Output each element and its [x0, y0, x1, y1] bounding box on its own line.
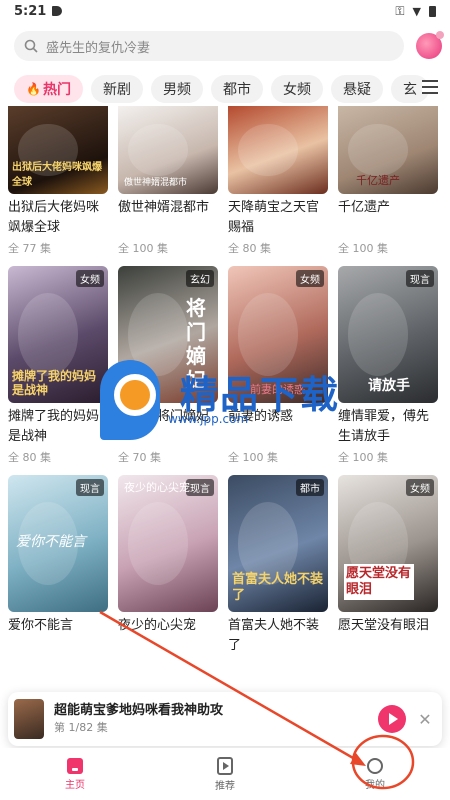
genre-badge: 都市	[296, 479, 324, 496]
nav-home[interactable]: 主页	[0, 748, 150, 800]
nav-recommend-label: 推荐	[215, 780, 235, 792]
drama-poster[interactable]: 现言 爱你不能言	[8, 475, 108, 612]
app-notification-icon	[52, 6, 63, 16]
drama-card[interactable]: 玄幻 将门嫡妃 重生之将门嫡妃 全 70 集	[118, 266, 218, 465]
mini-player-episode: 第 1/82 集	[54, 721, 108, 734]
episode-count: 全 100 集	[338, 242, 388, 255]
drama-grid: 出狱后大佬妈咪飒爆全球 出狱后大佬妈咪飒爆全球 全 77 集 傲世神婿混都市 傲…	[8, 106, 442, 674]
drama-title[interactable]: 出狱后大佬妈咪飒爆全球	[8, 198, 108, 238]
drama-poster[interactable]: 出狱后大佬妈咪飒爆全球	[8, 106, 108, 194]
play-square-icon	[217, 756, 233, 775]
episode-count: 全 80 集	[8, 451, 51, 464]
search-row: 盛先生的复仇冷妻	[14, 30, 444, 62]
bottom-nav: 主页 推荐 我的	[0, 748, 450, 800]
nav-mine-label: 我的	[365, 779, 385, 791]
genre-badge: 玄幻	[186, 270, 214, 287]
drama-title[interactable]: 重生之将门嫡妃	[118, 407, 218, 447]
episode-count: 全 70 集	[118, 451, 161, 464]
genre-badge: 女频	[406, 479, 434, 496]
menu-icon[interactable]	[422, 80, 438, 94]
genre-badge: 女频	[296, 270, 324, 287]
drama-title[interactable]: 前妻的诱惑	[228, 407, 328, 447]
mini-player-info[interactable]: 超能萌宝爹地妈咪看我神助攻 第 1/82 集	[54, 702, 378, 736]
drama-poster[interactable]: 千亿遗产	[338, 106, 438, 194]
drama-poster[interactable]: 女频 愿天堂没有眼泪	[338, 475, 438, 612]
drama-title[interactable]: 愿天堂没有眼泪	[338, 616, 438, 656]
drama-card[interactable]: 女频 摊牌了我的妈妈是战神 摊牌了我的妈妈是战神 全 80 集	[8, 266, 108, 465]
genre-badge: 现言	[406, 270, 434, 287]
drama-card[interactable]: 傲世神婿混都市 傲世神婿混都市 全 100 集	[118, 106, 218, 256]
drama-title[interactable]: 天降萌宝之天官赐福	[228, 198, 328, 238]
status-icons: ⚿ ▼	[395, 4, 436, 19]
nav-mine[interactable]: 我的	[300, 748, 450, 800]
search-input[interactable]: 盛先生的复仇冷妻	[14, 31, 404, 61]
mini-player-thumbnail[interactable]	[14, 699, 44, 739]
tab-mystery[interactable]: 悬疑	[330, 75, 383, 103]
drama-card[interactable]: 现言 夜少的心尖宠 夜少的心尖宠	[118, 475, 218, 674]
genre-badge: 女频	[76, 270, 104, 287]
home-icon	[67, 757, 83, 774]
drama-poster[interactable]: 都市 首富夫人她不装了	[228, 475, 328, 612]
drama-title[interactable]: 千亿遗产	[338, 198, 438, 238]
fire-icon: 🔥	[26, 82, 41, 96]
drama-title[interactable]: 夜少的心尖宠	[118, 616, 218, 656]
nav-home-label: 主页	[65, 779, 85, 791]
drama-poster[interactable]: 现言 夜少的心尖宠	[118, 475, 218, 612]
drama-card[interactable]: 出狱后大佬妈咪飒爆全球 出狱后大佬妈咪飒爆全球 全 77 集	[8, 106, 108, 256]
drama-card[interactable]: 天降萌宝之天官赐福 全 80 集	[228, 106, 328, 256]
episode-count	[338, 658, 438, 674]
episode-count	[228, 658, 328, 674]
tab-hot[interactable]: 🔥 热门	[14, 75, 83, 103]
drama-poster[interactable]: 玄幻 将门嫡妃	[118, 266, 218, 403]
episode-count: 全 77 集	[8, 242, 51, 255]
drama-card[interactable]: 女频 前妻的诱惑 前妻的诱惑 全 100 集	[228, 266, 328, 465]
avatar[interactable]	[416, 31, 444, 59]
episode-count	[118, 658, 218, 674]
nav-recommend[interactable]: 推荐	[150, 748, 300, 800]
category-tabs: 🔥 热门 新剧 男频 都市 女频 悬疑 玄	[14, 74, 450, 104]
drama-card[interactable]: 现言 爱你不能言 爱你不能言	[8, 475, 108, 674]
drama-card[interactable]: 千亿遗产 千亿遗产 全 100 集	[338, 106, 438, 256]
drama-poster[interactable]: 女频 摊牌了我的妈妈是战神	[8, 266, 108, 403]
drama-poster[interactable]: 现言 请放手	[338, 266, 438, 403]
drama-title[interactable]: 傲世神婿混都市	[118, 198, 218, 238]
genre-badge: 现言	[186, 479, 214, 496]
close-icon[interactable]: ✕	[418, 710, 432, 729]
drama-card[interactable]: 现言 请放手 缠情罪爱，傅先生请放手 全 100 集	[338, 266, 438, 465]
drama-card[interactable]: 女频 愿天堂没有眼泪 愿天堂没有眼泪	[338, 475, 438, 674]
drama-title[interactable]: 首富夫人她不装了	[228, 616, 328, 656]
tab-female[interactable]: 女频	[270, 75, 323, 103]
drama-poster[interactable]	[228, 106, 328, 194]
drama-card[interactable]: 都市 首富夫人她不装了 首富夫人她不装了	[228, 475, 328, 674]
battery-icon	[429, 5, 436, 17]
play-button[interactable]	[378, 705, 406, 733]
tab-male[interactable]: 男频	[150, 75, 203, 103]
tab-new[interactable]: 新剧	[90, 75, 143, 103]
play-icon	[389, 713, 398, 725]
episode-count: 全 100 集	[228, 451, 278, 464]
drama-title[interactable]: 摊牌了我的妈妈是战神	[8, 407, 108, 447]
mini-player[interactable]: 超能萌宝爹地妈咪看我神助攻 第 1/82 集 ✕	[8, 692, 442, 746]
search-icon	[24, 39, 38, 53]
status-bar: 5:21 ⚿ ▼	[0, 0, 450, 22]
drama-poster[interactable]: 傲世神婿混都市	[118, 106, 218, 194]
drama-title[interactable]: 缠情罪爱，傅先生请放手	[338, 407, 438, 447]
profile-icon	[367, 757, 383, 774]
tab-urban[interactable]: 都市	[210, 75, 263, 103]
drama-title[interactable]: 爱你不能言	[8, 616, 108, 656]
key-icon: ⚿	[395, 3, 405, 18]
genre-badge: 现言	[76, 479, 104, 496]
episode-count	[8, 658, 108, 674]
episode-count: 全 80 集	[228, 242, 271, 255]
mini-player-title: 超能萌宝爹地妈咪看我神助攻	[54, 703, 224, 718]
episode-count: 全 100 集	[118, 242, 168, 255]
search-placeholder: 盛先生的复仇冷妻	[46, 40, 151, 56]
wifi-icon: ▼	[412, 4, 421, 18]
drama-poster[interactable]: 女频 前妻的诱惑	[228, 266, 328, 403]
episode-count: 全 100 集	[338, 451, 388, 464]
status-time: 5:21	[14, 3, 47, 19]
